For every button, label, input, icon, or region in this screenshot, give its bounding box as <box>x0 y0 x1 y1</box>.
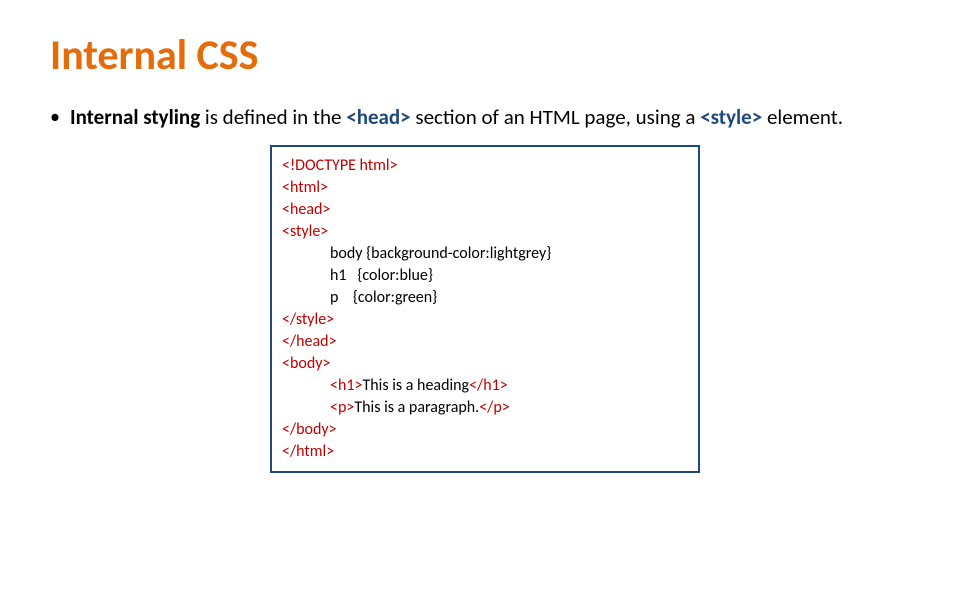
code-line: <style> <box>282 221 688 243</box>
code-line: h1 {color:blue} <box>282 265 688 287</box>
code-text: This is a paragraph. <box>354 398 479 417</box>
code-line: body {background-color:lightgrey} <box>282 243 688 265</box>
code-example-box: <!DOCTYPE html> <html> <head> <style> bo… <box>270 145 700 473</box>
page-title: Internal CSS <box>50 30 910 81</box>
bullet-marker: • <box>50 103 60 131</box>
code-line: </body> <box>282 419 688 441</box>
code-line: </head> <box>282 331 688 353</box>
code-line: </style> <box>282 309 688 331</box>
bullet-bold: Internal styling <box>70 104 200 130</box>
code-tag: </h1> <box>469 376 508 395</box>
code-line: <!DOCTYPE html> <box>282 155 688 177</box>
code-text: This is a heading <box>362 376 469 395</box>
bullet-seg: section of an HTML page, using a <box>411 104 701 130</box>
code-line: <body> <box>282 353 688 375</box>
code-line: <head> <box>282 199 688 221</box>
bullet-tag-style: <style> <box>700 104 762 130</box>
slide-content: Internal CSS • Internal styling is defin… <box>0 0 960 513</box>
code-line: <p>This is a paragraph.</p> <box>282 397 688 419</box>
bullet-seg: element. <box>762 104 843 130</box>
bullet-seg: is defined in the <box>200 104 346 130</box>
code-tag: <p> <box>330 398 354 417</box>
bullet-tag-head: <head> <box>346 104 410 130</box>
code-line: <html> <box>282 177 688 199</box>
bullet-item: • Internal styling is defined in the <he… <box>50 103 910 131</box>
code-line: p {color:green} <box>282 287 688 309</box>
code-line: </html> <box>282 441 688 463</box>
bullet-text: Internal styling is defined in the <head… <box>70 103 843 131</box>
code-line: <h1>This is a heading</h1> <box>282 375 688 397</box>
code-tag: <h1> <box>330 376 362 395</box>
code-tag: </p> <box>479 398 510 417</box>
